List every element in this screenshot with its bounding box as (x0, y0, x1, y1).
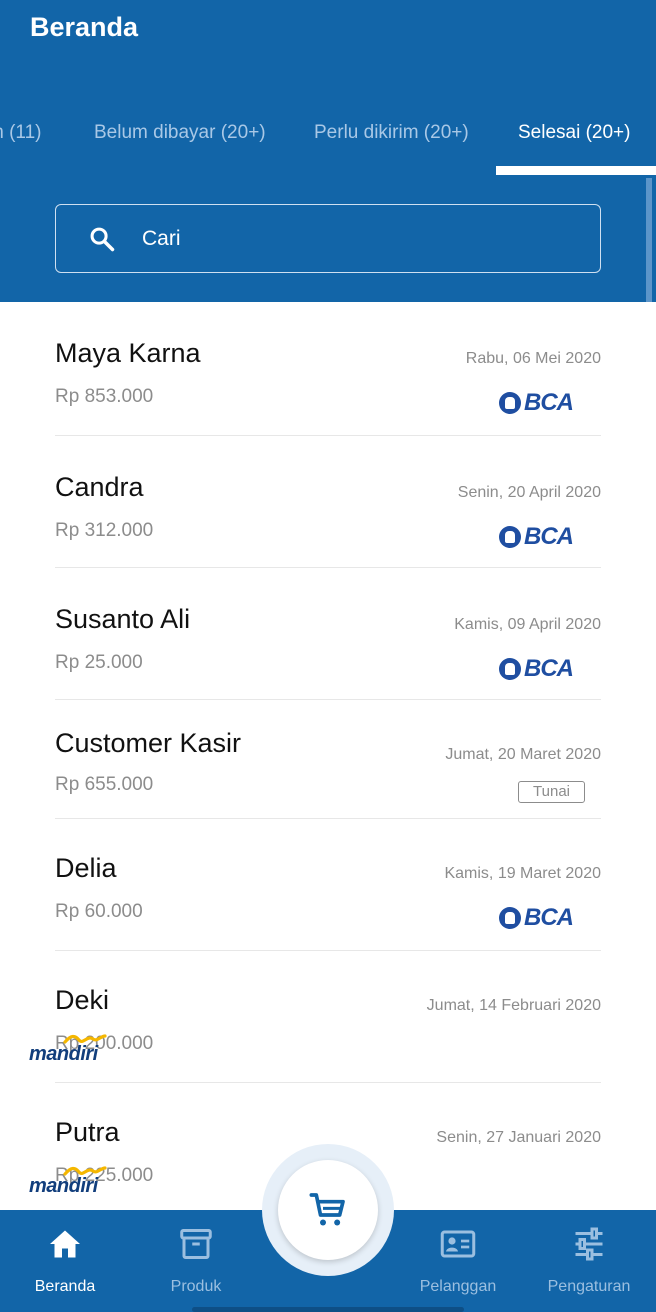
customer-name: Maya Karna (55, 338, 201, 368)
shopping-cart-icon (309, 1193, 345, 1226)
mandiri-logo: mandiri (29, 1034, 107, 1065)
nav-item-produk[interactable]: Produk (131, 1210, 261, 1312)
app-header: Beranda m (11) Belum dibayar (20+) Perlu… (0, 0, 656, 302)
payment-method: BCA (524, 389, 574, 416)
search-input[interactable] (142, 217, 562, 261)
active-tab-indicator (496, 166, 656, 175)
payment-method: Tunai (518, 781, 585, 803)
nav-label: Pengaturan (547, 1278, 631, 1295)
nav-label: Produk (170, 1278, 222, 1295)
list-item[interactable]: Maya Karna Rp 853.000 Rabu, 06 Mei 2020 … (55, 302, 601, 436)
nav-label: Beranda (34, 1278, 96, 1295)
payment-method: BCA (524, 655, 574, 682)
order-amount: Rp 312.000 (55, 520, 154, 541)
order-date: Kamis, 19 Maret 2020 (444, 865, 601, 882)
customer-name: Customer Kasir (55, 728, 242, 758)
payment-method: mandiri (29, 1175, 98, 1197)
bca-logo: BCA (499, 523, 574, 550)
list-item[interactable]: Susanto Ali Rp 25.000 Kamis, 09 April 20… (55, 568, 601, 700)
bca-mark-icon (499, 907, 521, 929)
bca-logo: BCA (499, 904, 574, 931)
order-date: Kamis, 09 April 2020 (454, 616, 601, 633)
order-status-tabs: m (11) Belum dibayar (20+) Perlu dikirim… (0, 112, 656, 176)
mandiri-logo: mandiri (29, 1166, 107, 1197)
tab-unpaid[interactable]: Belum dibayar (20+) (94, 122, 266, 144)
search-box[interactable] (55, 204, 601, 273)
payment-method: BCA (524, 904, 574, 931)
bca-mark-icon (499, 392, 521, 414)
nav-item-pengaturan[interactable]: Pengaturan (524, 1210, 654, 1312)
search-icon (90, 227, 115, 252)
list-item[interactable]: Candra Rp 312.000 Senin, 20 April 2020 B… (55, 436, 601, 568)
bca-logo: BCA (499, 389, 574, 416)
tab-processed[interactable]: m (11) (0, 122, 41, 144)
tab-completed[interactable]: Selesai (20+) (518, 122, 630, 144)
list-item[interactable]: Deki Rp 200.000 Jumat, 14 Februari 2020 … (29, 951, 601, 1083)
bca-logo: BCA (499, 655, 574, 682)
page-title: Beranda (30, 12, 139, 42)
customer-name: Deki (55, 985, 110, 1015)
order-date: Jumat, 14 Februari 2020 (426, 997, 601, 1014)
nav-item-pelanggan[interactable]: Pelanggan (393, 1210, 523, 1312)
bca-mark-icon (499, 658, 521, 680)
order-amount: Rp 853.000 (55, 386, 154, 407)
customer-name: Delia (55, 853, 117, 883)
nav-label: Pelanggan (419, 1278, 497, 1295)
cart-button[interactable] (278, 1160, 378, 1260)
customer-name: Susanto Ali (55, 604, 191, 634)
archive-box-icon (180, 1229, 212, 1259)
order-list: Maya Karna Rp 853.000 Rabu, 06 Mei 2020 … (29, 302, 601, 1215)
order-date: Senin, 20 April 2020 (457, 484, 601, 501)
payment-method: BCA (524, 523, 574, 550)
customer-name: Putra (55, 1117, 120, 1147)
order-amount: Rp 60.000 (55, 901, 143, 922)
order-date: Senin, 27 Januari 2020 (436, 1129, 601, 1146)
list-item[interactable]: Delia Rp 60.000 Kamis, 19 Maret 2020 BCA (55, 819, 601, 951)
order-date: Jumat, 20 Maret 2020 (445, 746, 601, 763)
customer-name: Candra (55, 472, 144, 502)
bca-mark-icon (499, 526, 521, 548)
tab-to-ship[interactable]: Perlu dikirim (20+) (314, 122, 469, 144)
order-amount: Rp 655.000 (55, 774, 154, 795)
payment-method: mandiri (29, 1043, 98, 1065)
sliders-icon (575, 1227, 603, 1261)
scrollbar[interactable] (646, 178, 652, 302)
contact-card-icon (440, 1230, 476, 1258)
order-date: Rabu, 06 Mei 2020 (465, 350, 601, 367)
nav-item-beranda[interactable]: Beranda (0, 1210, 130, 1312)
home-icon (50, 1230, 80, 1258)
list-item[interactable]: Customer Kasir Rp 655.000 Jumat, 20 Mare… (55, 700, 601, 819)
order-amount: Rp 25.000 (55, 652, 143, 673)
home-indicator (192, 1307, 464, 1312)
